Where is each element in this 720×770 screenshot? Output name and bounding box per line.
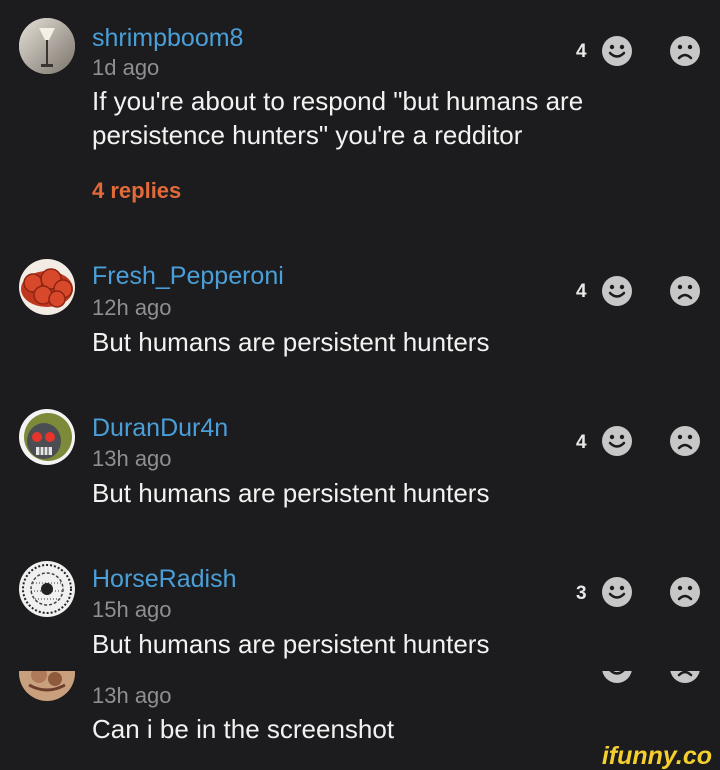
comment-item: shrimpboom8 1d ago If you're about to re… (0, 0, 720, 230)
comment-text: If you're about to respond "but humans a… (92, 86, 584, 150)
comment-text: Can i be in the screenshot (92, 714, 395, 744)
like-count: 4 (576, 432, 587, 453)
avatar[interactable] (19, 671, 75, 701)
username[interactable]: HorseRadish (92, 567, 237, 592)
timestamp: 13h ago (92, 446, 172, 471)
timestamp: 13h ago (92, 683, 172, 708)
sad-icon[interactable] (669, 576, 701, 608)
replies-link[interactable]: 4 replies (92, 180, 181, 202)
comment-text: But humans are persistent hunters (92, 327, 490, 357)
username[interactable]: shrimpboom8 (92, 26, 243, 51)
avatar[interactable] (19, 259, 75, 315)
ifunny-watermark: ifunny.co (601, 742, 712, 770)
username[interactable]: DuranDur4n (92, 416, 228, 441)
smile-icon[interactable] (601, 35, 633, 67)
username[interactable]: Fresh_Pepperoni (92, 264, 284, 289)
avatar[interactable] (19, 409, 75, 465)
comment-text: But humans are persistent hunters (92, 629, 490, 659)
avatar[interactable] (19, 18, 75, 74)
comment-item: HorseRadish 15h ago But humans are persi… (0, 531, 720, 671)
timestamp: 12h ago (92, 295, 172, 320)
comment-item: DuranDur4n 13h ago But humans are persis… (0, 380, 720, 531)
like-count: 4 (576, 281, 587, 302)
like-count: 3 (576, 583, 587, 604)
smile-icon[interactable] (601, 576, 633, 608)
comment-item: Fresh_Pepperoni 12h ago But humans are p… (0, 230, 720, 380)
sad-icon[interactable] (669, 35, 701, 67)
sad-icon[interactable] (669, 275, 701, 307)
like-count: 4 (576, 41, 587, 62)
smile-icon[interactable] (601, 671, 633, 684)
sad-icon[interactable] (669, 425, 701, 457)
comment-text: But humans are persistent hunters (92, 478, 490, 508)
avatar[interactable] (19, 561, 75, 617)
timestamp: 1d ago (92, 55, 160, 80)
timestamp: 15h ago (92, 597, 172, 622)
smile-icon[interactable] (601, 275, 633, 307)
sad-icon[interactable] (669, 671, 701, 684)
smile-icon[interactable] (601, 425, 633, 457)
